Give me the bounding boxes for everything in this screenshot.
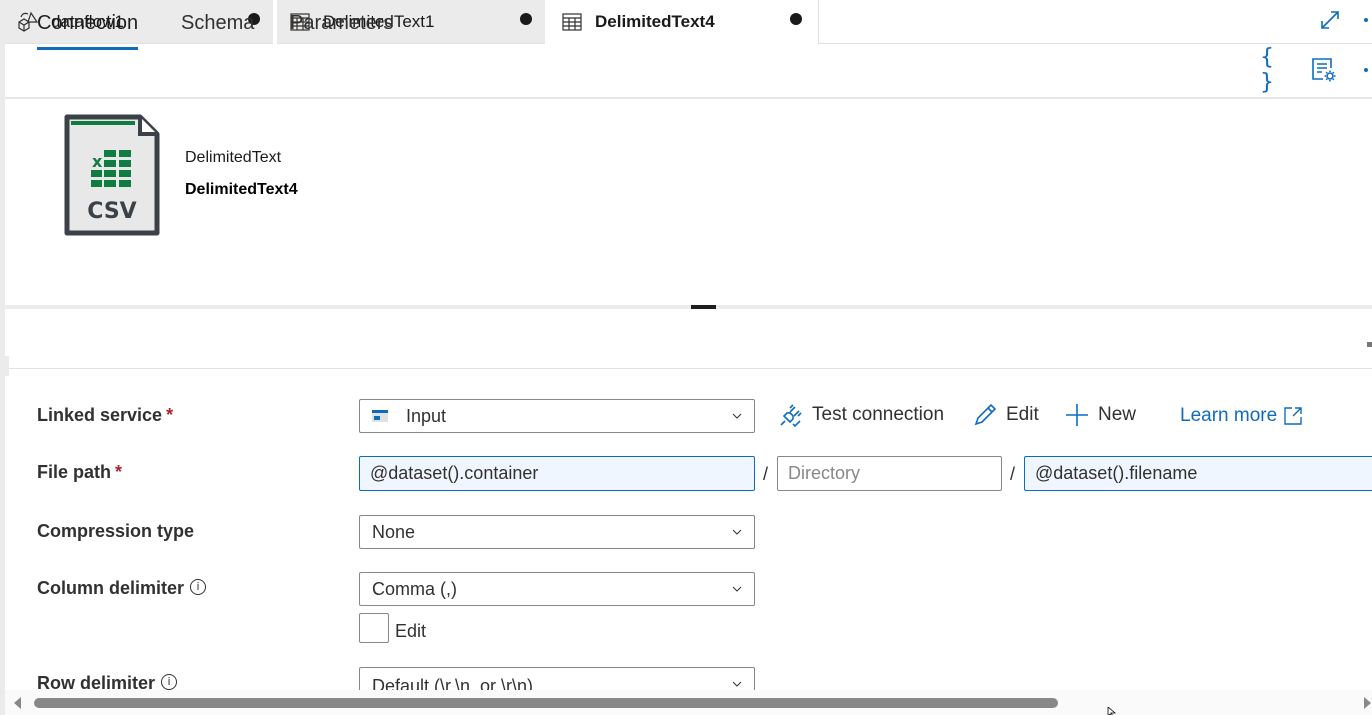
linked-service-select[interactable]: Input: [359, 399, 755, 433]
file-path-label: File path *: [37, 462, 123, 482]
column-delimiter-label: Column delimiter i: [37, 578, 207, 599]
csv-icon-label: CSV: [87, 199, 136, 224]
tab-delimitedtext4[interactable]: DelimitedText4: [549, 0, 819, 44]
property-tabs: [5, 320, 1372, 369]
scroll-right-icon[interactable]: [1364, 697, 1371, 709]
linked-service-value: Input: [406, 405, 447, 426]
filename-value: @dataset().filename: [1035, 463, 1198, 483]
info-icon[interactable]: i: [161, 674, 178, 690]
plug-icon: [780, 404, 802, 428]
toolbar: [5, 44, 1372, 99]
splitter-handle[interactable]: [691, 305, 716, 309]
test-connection-button[interactable]: Test connection: [778, 402, 944, 428]
column-delimiter-select[interactable]: Comma (,): [359, 572, 755, 606]
dataset-editor: dataflow1 DelimitedText1 DelimitedText4 …: [0, 0, 1372, 715]
left-gutter: [5, 356, 9, 376]
compression-type-label: Compression type: [37, 521, 195, 541]
svg-text:x: x: [92, 152, 103, 171]
dataset-name: DelimitedText4: [185, 181, 298, 198]
compression-type-select[interactable]: None: [359, 515, 755, 549]
tab-parameters[interactable]: Parameters: [290, 12, 393, 49]
plus-icon: [1066, 404, 1088, 426]
new-label: New: [1098, 404, 1137, 425]
collapse-icon[interactable]: [1367, 342, 1372, 347]
directory-placeholder: Directory: [788, 463, 861, 483]
unsaved-dot-icon: [520, 13, 532, 25]
chevron-down-icon: [732, 586, 742, 592]
new-linked-service-button[interactable]: New: [1064, 402, 1136, 428]
container-input[interactable]: @dataset().container: [359, 456, 755, 491]
expand-icon[interactable]: [1318, 8, 1342, 32]
storage-icon: [372, 410, 388, 422]
container-value: @dataset().container: [370, 463, 539, 483]
unsaved-dot-icon: [790, 13, 802, 25]
learn-more-link[interactable]: Learn more: [1180, 405, 1303, 427]
compression-type-value: None: [372, 521, 416, 542]
pane-splitter[interactable]: [5, 305, 1372, 309]
directory-input[interactable]: Directory: [777, 456, 1002, 491]
scrollbar-thumb[interactable]: [34, 698, 1058, 708]
external-link-icon: [1284, 407, 1302, 425]
edit-label: Edit: [1006, 404, 1039, 425]
csv-file-icon: x CSV: [64, 114, 160, 236]
path-separator: /: [763, 464, 769, 484]
chevron-down-icon: [732, 413, 742, 419]
table-icon: [561, 11, 583, 33]
tab-connection[interactable]: Connection: [37, 12, 139, 50]
info-icon[interactable]: i: [190, 579, 207, 595]
more-options-icon[interactable]: [1364, 68, 1368, 72]
pencil-icon: [974, 403, 997, 426]
filename-input[interactable]: @dataset().filename: [1024, 456, 1372, 491]
learn-more-label: Learn more: [1180, 405, 1278, 426]
path-separator: /: [1010, 464, 1016, 484]
column-delimiter-value: Comma (,): [372, 578, 457, 599]
chevron-down-icon: [732, 529, 742, 535]
dataset-type: DelimitedText: [185, 149, 282, 166]
linked-service-label: Linked service *: [37, 405, 174, 425]
properties-icon[interactable]: [1309, 55, 1339, 85]
edit-delimiter-checkbox[interactable]: [359, 613, 389, 643]
edit-delimiter-label: Edit: [395, 621, 427, 641]
chevron-down-icon: [732, 681, 742, 687]
scroll-left-icon[interactable]: [14, 697, 21, 709]
tab-label: DelimitedText4: [595, 12, 715, 31]
tab-schema[interactable]: Schema: [181, 12, 254, 49]
mouse-cursor-icon: [1107, 707, 1117, 715]
code-icon[interactable]: { }: [1260, 45, 1292, 95]
more-options-icon[interactable]: [1364, 18, 1368, 22]
dataflow-icon: [17, 11, 39, 33]
test-connection-label: Test connection: [812, 404, 945, 425]
edit-linked-service-button[interactable]: Edit: [972, 402, 1039, 428]
